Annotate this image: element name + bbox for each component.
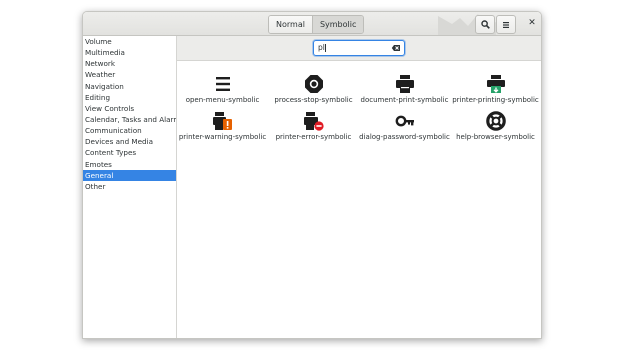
icon-tile-printer-error-symbolic[interactable]: printer-error-symbolic (268, 110, 359, 146)
close-window-button[interactable]: ✕ (525, 16, 539, 30)
icon-tile-process-stop-symbolic[interactable]: process-stop-symbolic (268, 73, 359, 109)
search-input-text: pl (318, 43, 325, 52)
icon-tile-label: help-browser-symbolic (456, 133, 535, 141)
icon-tile-document-print-symbolic[interactable]: document-print-symbolic (359, 73, 450, 109)
sidebar-item-calendar-tasks-and-alarms[interactable]: Calendar, Tasks and Alarms (83, 114, 176, 125)
sidebar-item-communication[interactable]: Communication (83, 125, 176, 136)
clear-search-icon[interactable] (391, 43, 401, 53)
printer-printing-icon (487, 75, 505, 93)
normal-mode-button[interactable]: Normal (269, 16, 312, 33)
sidebar-item-view-controls[interactable]: View Controls (83, 103, 176, 114)
printer-icon (396, 75, 414, 93)
sidebar-item-other[interactable]: Other (83, 181, 176, 192)
icon-tile-label: printer-printing-symbolic (452, 96, 539, 104)
icon-tile-printer-printing-symbolic[interactable]: printer-printing-symbolic (450, 73, 541, 109)
sidebar-item-emotes[interactable]: Emotes (83, 159, 176, 170)
symbolic-mode-button[interactable]: Symbolic (311, 16, 364, 33)
search-icon (480, 20, 490, 29)
search-input[interactable]: pl (313, 40, 405, 56)
icon-tile-label: dialog-password-symbolic (359, 133, 450, 141)
icon-tile-dialog-password-symbolic[interactable]: dialog-password-symbolic (359, 110, 450, 146)
printer-error-icon (304, 112, 324, 131)
icon-tile-help-browser-symbolic[interactable]: help-browser-symbolic (450, 110, 541, 146)
category-sidebar: Volume Multimedia Network Weather Navigation… (83, 36, 177, 338)
icon-tile-label: document-print-symbolic (360, 96, 449, 104)
icon-tile-label: printer-error-symbolic (275, 133, 352, 141)
lifebuoy-icon (486, 111, 506, 131)
sidebar-item-devices-and-media[interactable]: Devices and Media (83, 136, 176, 147)
key-icon (395, 115, 414, 127)
icon-tile-label: printer-warning-symbolic (178, 133, 267, 141)
sidebar-item-volume[interactable]: Volume (83, 36, 176, 47)
sidebar-item-content-types[interactable]: Content Types (83, 147, 176, 158)
hamburger-menu-icon (503, 21, 509, 28)
icon-tile-label: open-menu-symbolic (185, 96, 260, 104)
icon-tile-printer-warning-symbolic[interactable]: printer-warning-symbolic (177, 110, 268, 146)
view-mode-switcher: Normal Symbolic (268, 15, 365, 34)
text-cursor (325, 44, 326, 52)
icon-tile-open-menu-symbolic[interactable]: open-menu-symbolic (177, 73, 268, 109)
process-stop-icon (305, 75, 323, 93)
printer-warning-icon (213, 112, 232, 130)
main-menu-button[interactable] (496, 15, 516, 34)
sidebar-item-weather[interactable]: Weather (83, 69, 176, 80)
sidebar-item-network[interactable]: Network (83, 58, 176, 69)
search-bar: pl (177, 36, 541, 61)
sidebar-item-editing[interactable]: Editing (83, 92, 176, 103)
open-menu-icon (216, 77, 230, 91)
sidebar-item-navigation[interactable]: Navigation (83, 81, 176, 92)
icon-browser-window: Normal Symbolic ✕ Volume Multimedia Networ… (82, 11, 542, 339)
search-toggle-button[interactable] (475, 15, 495, 34)
icon-tile-label: process-stop-symbolic (274, 96, 353, 104)
sidebar-item-multimedia[interactable]: Multimedia (83, 47, 176, 58)
sidebar-item-general[interactable]: General (83, 169, 176, 181)
close-icon: ✕ (528, 18, 536, 28)
header-bar: Normal Symbolic ✕ (83, 12, 541, 36)
